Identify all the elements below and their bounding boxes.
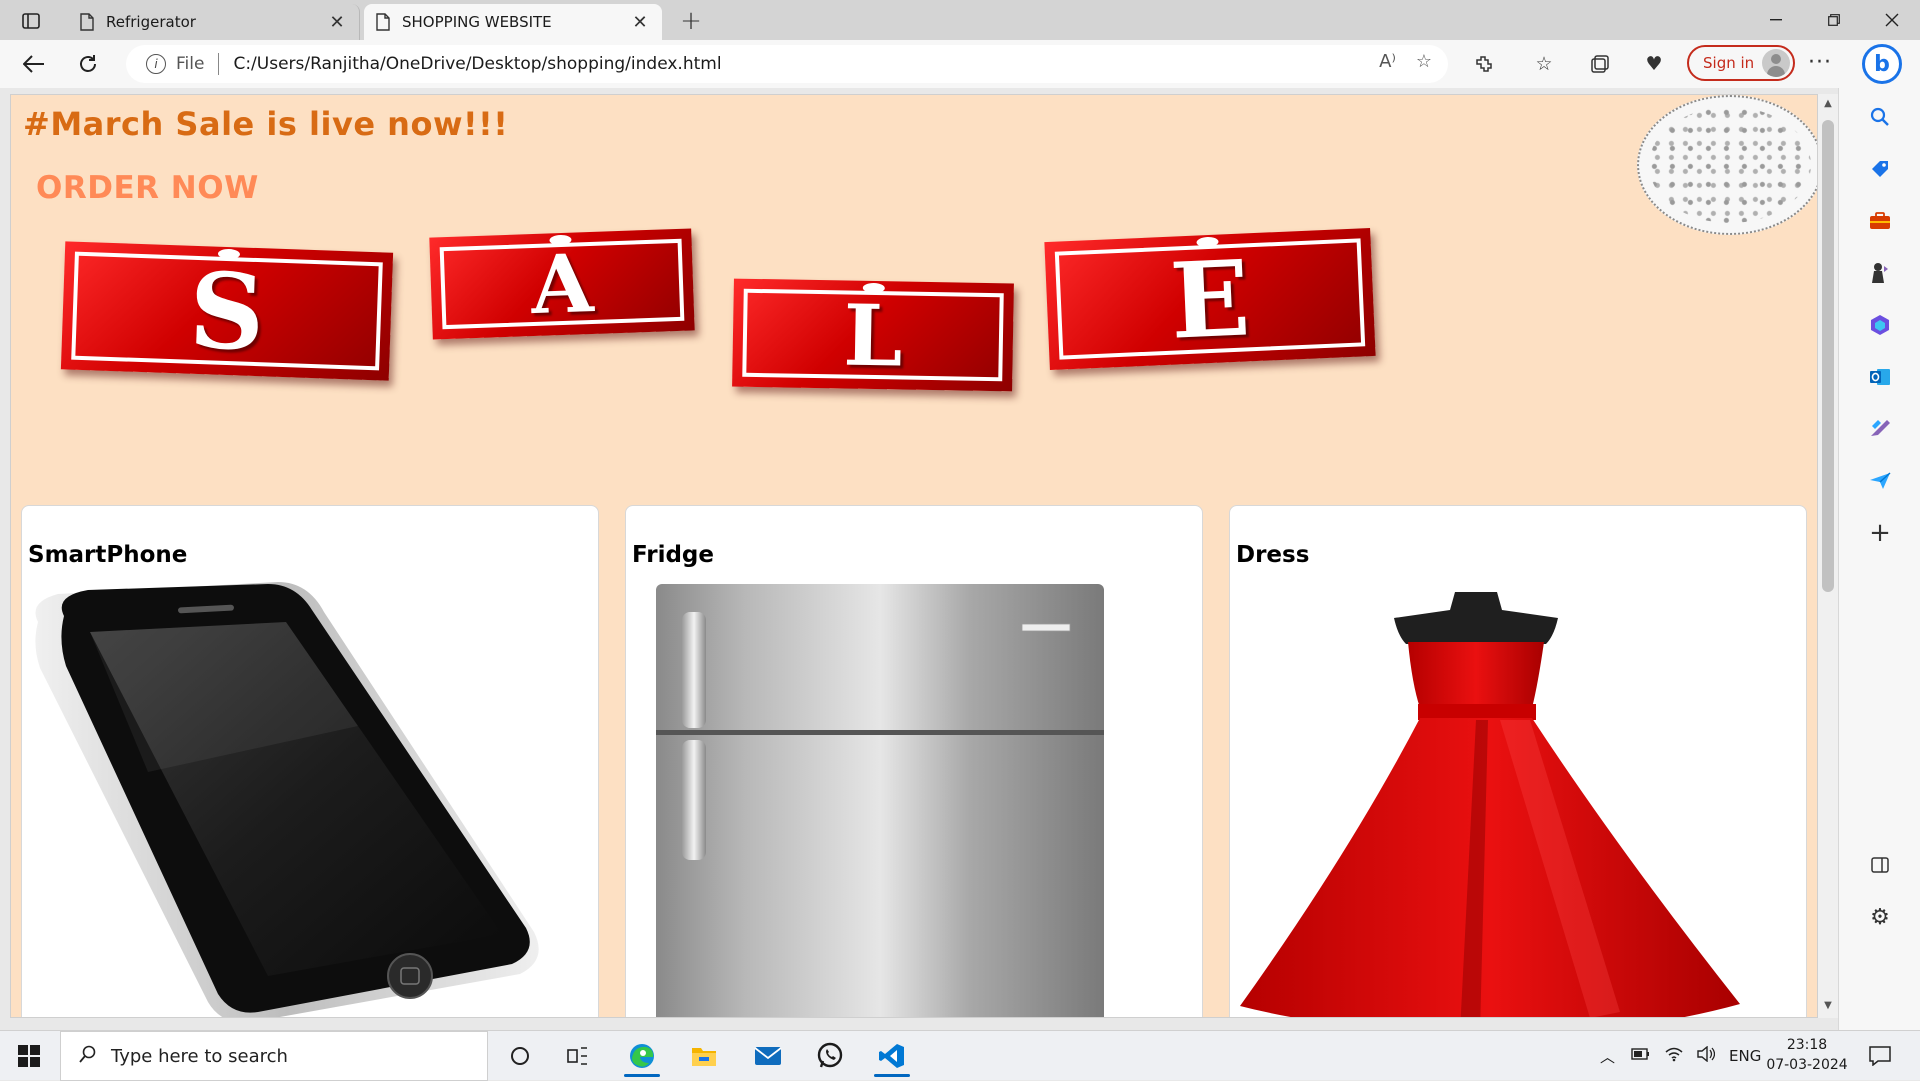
page-icon [80, 13, 94, 31]
fridge-image [656, 584, 1104, 1017]
more-options-icon[interactable]: ··· [1808, 50, 1832, 75]
games-icon[interactable] [1867, 260, 1893, 286]
page-viewport: #March Sale is live now!!! ORDER NOW S A… [10, 94, 1818, 1018]
taskbar-search[interactable]: Type here to search [60, 1031, 488, 1081]
edge-browser-icon[interactable] [620, 1035, 664, 1077]
tab-actions-icon[interactable] [14, 8, 48, 34]
outlook-icon[interactable] [1867, 364, 1893, 390]
product-name: Fridge [632, 542, 714, 568]
language-indicator[interactable]: ENG [1729, 1047, 1761, 1065]
close-tab-icon[interactable]: ✕ [630, 12, 650, 33]
product-card-dress[interactable]: Dress [1229, 505, 1807, 1017]
tools-icon[interactable] [1867, 208, 1893, 234]
new-tab-button[interactable]: + [676, 6, 706, 36]
order-now-link[interactable]: ORDER NOW [36, 170, 259, 206]
battery-icon[interactable] [1631, 1047, 1651, 1065]
scroll-up-icon[interactable]: ▲ [1822, 98, 1834, 110]
hide-sidebar-icon[interactable] [1867, 852, 1893, 878]
refresh-icon [80, 55, 96, 72]
clock[interactable]: 23:18 07-03-2024 [1762, 1035, 1852, 1075]
tab-refrigerator[interactable]: Refrigerator ✕ [68, 4, 360, 40]
navigation-bar: i File C:/Users/Ranjitha/OneDrive/Deskto… [0, 40, 1920, 88]
product-name: SmartPhone [28, 542, 188, 568]
system-tray: ︿ ENG [1600, 1031, 1761, 1081]
sale-letter: A [529, 235, 595, 333]
microsoft-365-icon[interactable] [1867, 312, 1893, 338]
whatsapp-icon[interactable] [808, 1035, 852, 1077]
read-aloud-icon[interactable]: A⁾ [1379, 51, 1396, 72]
tab-shopping-website[interactable]: SHOPPING WEBSITE ✕ [364, 4, 662, 40]
cortana-icon[interactable] [498, 1035, 542, 1077]
address-divider [218, 53, 220, 75]
add-sidebar-app-icon[interactable]: + [1867, 518, 1893, 548]
page-scrollbar[interactable]: ▲ ▼ [1818, 94, 1838, 1018]
clock-date: 07-03-2024 [1766, 1057, 1848, 1073]
address-actions: A⁾ ☆ [1379, 51, 1432, 72]
task-view-icon[interactable] [556, 1035, 600, 1077]
taskbar: Type here to search ︿ ENG 23:18 07-03-20… [0, 1030, 1920, 1081]
back-button[interactable] [18, 48, 50, 80]
address-bar[interactable]: i File C:/Users/Ranjitha/OneDrive/Deskto… [126, 45, 1448, 83]
dress-image [1240, 592, 1740, 1017]
search-icon [79, 1044, 97, 1068]
minimize-button[interactable] [1748, 0, 1804, 40]
product-card-smartphone[interactable]: SmartPhone [21, 505, 599, 1017]
product-card-fridge[interactable]: Fridge [625, 505, 1203, 1017]
add-favorite-icon[interactable]: ☆ [1416, 51, 1432, 72]
notifications-icon[interactable] [1858, 1035, 1902, 1077]
extensions-icon[interactable] [1470, 50, 1498, 78]
designer-icon[interactable] [1867, 416, 1893, 442]
vscode-icon[interactable] [870, 1035, 914, 1077]
sale-letter: S [187, 248, 267, 374]
file-explorer-icon[interactable] [682, 1035, 726, 1077]
search-icon[interactable] [1867, 104, 1893, 130]
url-text[interactable]: C:/Users/Ranjitha/OneDrive/Desktop/shopp… [233, 54, 721, 74]
scheme-label: File [176, 54, 205, 74]
tab-strip: Refrigerator ✕ SHOPPING WEBSITE ✕ + [0, 0, 1920, 40]
mail-icon[interactable] [746, 1035, 790, 1077]
start-button[interactable] [18, 1045, 40, 1067]
sale-tile-a: A [429, 228, 695, 340]
smartphone-image [35, 582, 539, 1017]
sale-letter: L [842, 284, 904, 386]
page-icon [376, 13, 390, 31]
shopping-logo [1637, 95, 1817, 235]
close-window-button[interactable] [1864, 0, 1920, 40]
clock-time: 23:18 [1786, 1037, 1828, 1053]
favorites-icon[interactable]: ☆ [1530, 50, 1558, 78]
scroll-down-icon[interactable]: ▼ [1822, 1000, 1834, 1012]
browser-essentials-icon[interactable]: ♥ [1640, 50, 1668, 78]
sale-tile-s: S [60, 241, 394, 381]
site-info-icon[interactable]: i [146, 54, 166, 74]
copilot-icon[interactable]: b [1862, 44, 1902, 84]
tab-title: Refrigerator [106, 13, 196, 31]
shopping-tag-icon[interactable] [1867, 156, 1893, 182]
close-tab-icon[interactable]: ✕ [327, 12, 347, 33]
tab-title: SHOPPING WEBSITE [402, 13, 552, 31]
product-name: Dress [1236, 542, 1310, 568]
edge-sidebar: + ⚙ [1838, 88, 1920, 1030]
sale-tile-l: L [732, 278, 1014, 392]
sale-headline: #March Sale is live now!!! [23, 105, 509, 143]
collections-icon[interactable] [1586, 50, 1614, 78]
refresh-button[interactable] [72, 48, 104, 80]
sign-in-button[interactable]: Sign in [1687, 45, 1795, 81]
sale-letter: E [1167, 235, 1253, 363]
scroll-thumb[interactable] [1822, 120, 1834, 592]
wifi-icon[interactable] [1665, 1046, 1683, 1066]
sign-in-label: Sign in [1703, 54, 1755, 72]
back-arrow-icon [23, 55, 44, 73]
restore-button[interactable] [1806, 0, 1862, 40]
send-icon[interactable] [1867, 468, 1893, 494]
show-hidden-icons-icon[interactable]: ︿ [1600, 1046, 1615, 1067]
avatar-icon [1762, 49, 1790, 77]
sale-tile-e: E [1044, 227, 1376, 371]
search-placeholder: Type here to search [111, 1045, 288, 1067]
volume-icon[interactable] [1697, 1045, 1716, 1066]
sidebar-settings-icon[interactable]: ⚙ [1867, 904, 1893, 930]
